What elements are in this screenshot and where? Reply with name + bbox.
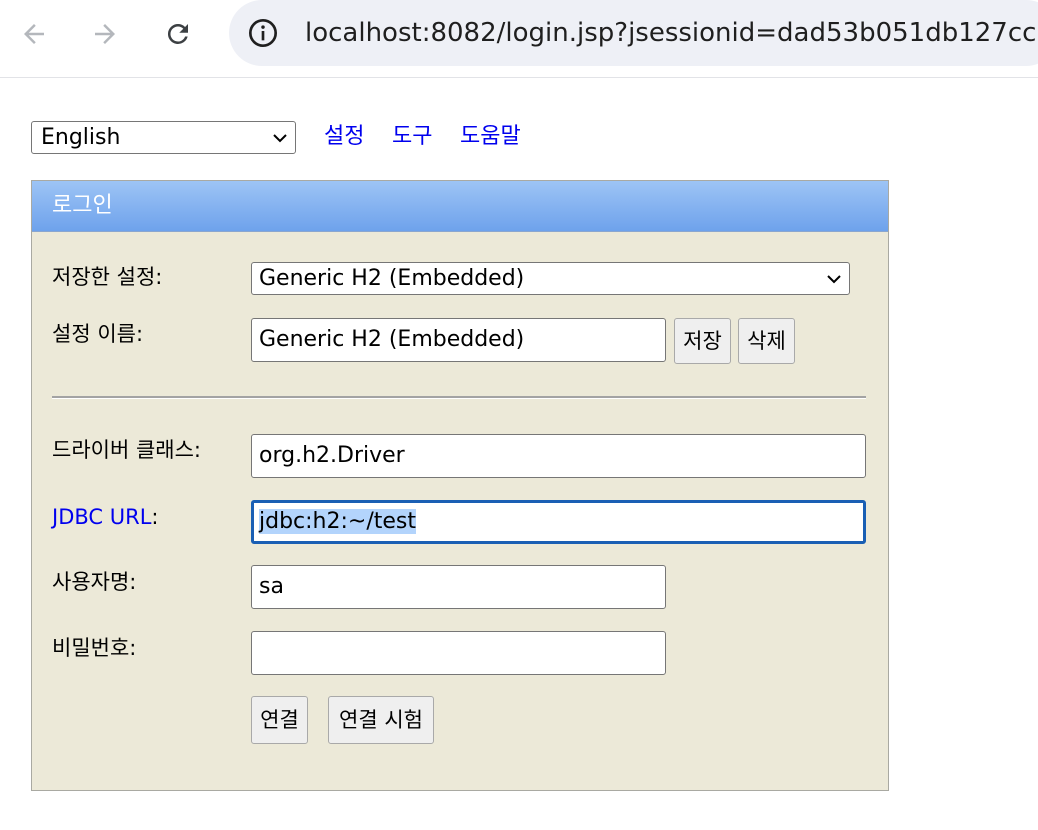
settings-link[interactable]: 설정: [324, 122, 364, 152]
jdbc-url-value: jdbc:h2:~/test: [259, 509, 416, 534]
setting-name-input[interactable]: Generic H2 (Embedded): [251, 318, 666, 362]
language-select-value: English: [41, 125, 121, 150]
username-value: sa: [259, 574, 284, 599]
chevron-down-icon: [273, 134, 287, 143]
delete-button[interactable]: 삭제: [738, 318, 795, 364]
divider: [52, 396, 866, 399]
reload-button[interactable]: [160, 16, 196, 52]
driver-class-value: org.h2.Driver: [259, 443, 405, 468]
back-button[interactable]: [16, 16, 52, 52]
browser-toolbar: localhost:8082/login.jsp?jsessionid=dad5…: [0, 0, 1038, 78]
reload-icon: [167, 23, 188, 44]
jdbc-url-input[interactable]: jdbc:h2:~/test: [251, 500, 866, 544]
login-panel-header: 로그인: [32, 181, 888, 232]
address-bar[interactable]: localhost:8082/login.jsp?jsessionid=dad5…: [229, 0, 1038, 66]
setting-name-value: Generic H2 (Embedded): [259, 327, 525, 352]
site-info-icon[interactable]: [247, 17, 279, 49]
jdbc-url-colon: :: [151, 505, 159, 529]
forward-arrow-icon: [95, 24, 115, 44]
saved-settings-value: Generic H2 (Embedded): [259, 266, 525, 291]
help-link[interactable]: 도움말: [460, 122, 521, 152]
test-connection-button[interactable]: 연결 시험: [328, 696, 434, 744]
driver-class-input[interactable]: org.h2.Driver: [251, 434, 866, 478]
forward-button[interactable]: [87, 16, 123, 52]
save-button[interactable]: 저장: [674, 318, 731, 364]
jdbc-url-link[interactable]: JDBC URL: [52, 505, 151, 529]
saved-settings-label: 저장한 설정:: [52, 265, 163, 289]
language-select[interactable]: English: [31, 121, 296, 154]
password-label: 비밀번호:: [52, 636, 137, 660]
chevron-down-icon: [827, 275, 841, 284]
login-title: 로그인: [52, 193, 113, 218]
setting-name-label: 설정 이름:: [52, 322, 144, 346]
saved-settings-select[interactable]: Generic H2 (Embedded): [251, 262, 850, 295]
jdbc-url-label: JDBC URL:: [52, 502, 158, 532]
tools-link[interactable]: 도구: [392, 122, 432, 152]
back-arrow-icon: [24, 24, 44, 44]
password-input[interactable]: [251, 631, 666, 675]
url-text[interactable]: localhost:8082/login.jsp?jsessionid=dad5…: [305, 16, 1036, 50]
username-input[interactable]: sa: [251, 565, 666, 609]
driver-class-label: 드라이버 클래스:: [52, 438, 201, 462]
username-label: 사용자명:: [52, 570, 137, 594]
connect-button[interactable]: 연결: [251, 696, 308, 744]
